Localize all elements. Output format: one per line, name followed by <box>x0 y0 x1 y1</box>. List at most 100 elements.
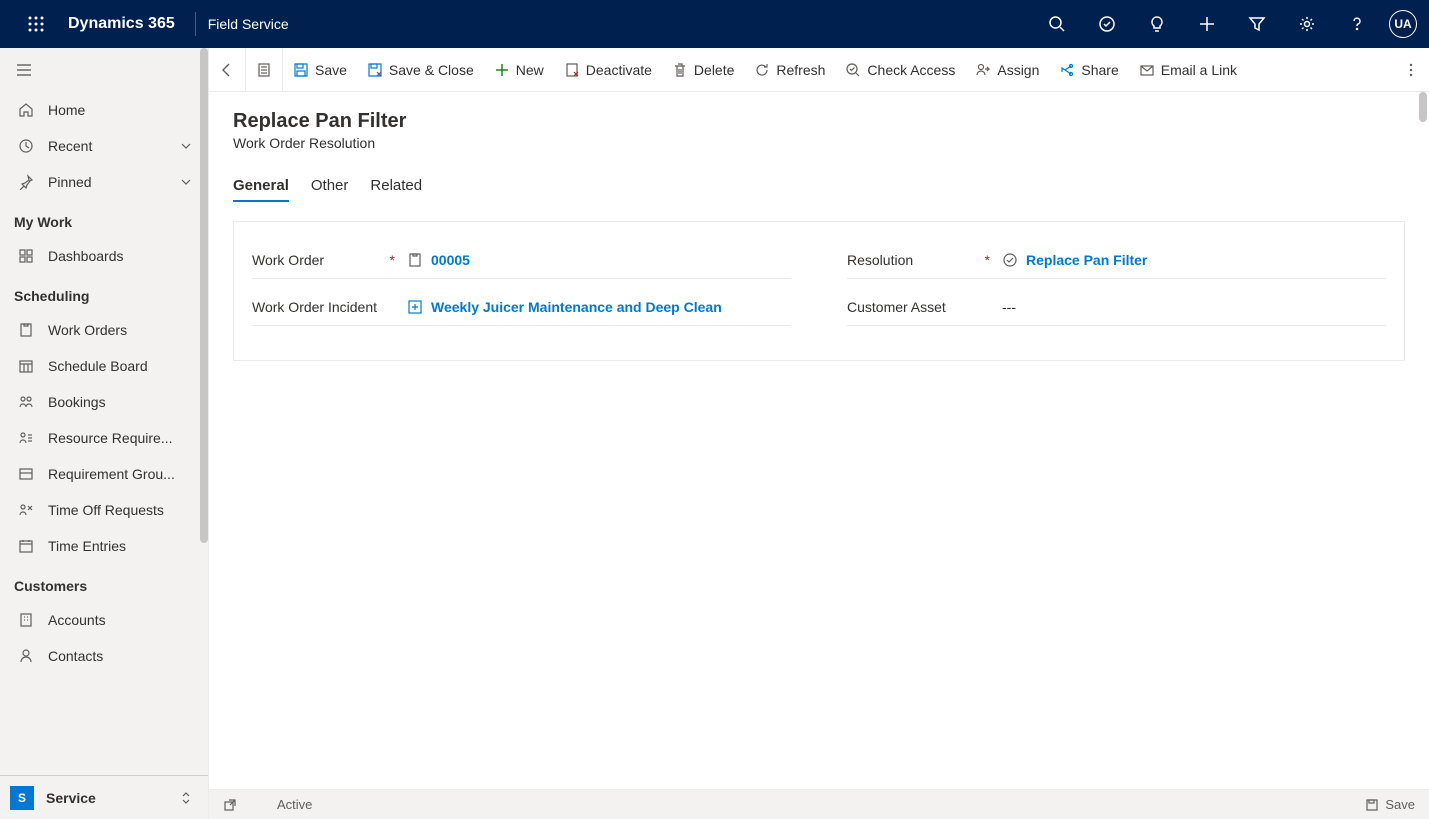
nav-time-off-requests[interactable]: Time Off Requests <box>0 492 208 528</box>
save-close-button[interactable]: Save & Close <box>357 48 484 91</box>
status-text: Active <box>277 797 312 812</box>
help-icon[interactable] <box>1333 0 1381 48</box>
area-switcher[interactable]: S Service <box>0 775 208 819</box>
command-bar: Save Save & Close New Deactivate Delete … <box>209 48 1429 92</box>
avatar[interactable]: UA <box>1389 10 1417 38</box>
form-card: Work Order * 00005 Work Order Incident <box>233 221 1405 361</box>
nav-pinned[interactable]: Pinned <box>0 164 208 200</box>
cmd-label: New <box>516 62 544 78</box>
checkmark-circle-icon <box>1002 252 1018 268</box>
lightbulb-icon[interactable] <box>1133 0 1181 48</box>
nav-label: Requirement Grou... <box>48 466 192 482</box>
tab-other[interactable]: Other <box>311 171 349 202</box>
footer-save-button[interactable]: Save <box>1365 797 1415 812</box>
app-name[interactable]: Field Service <box>208 16 289 32</box>
clock-icon <box>16 138 36 154</box>
content-area: Replace Pan Filter Work Order Resolution… <box>209 92 1429 789</box>
avatar-initials: UA <box>1394 17 1411 31</box>
cmd-label: Delete <box>694 62 734 78</box>
nav-label: Time Off Requests <box>48 502 192 518</box>
field-value[interactable]: 00005 <box>431 252 470 268</box>
share-button[interactable]: Share <box>1049 48 1128 91</box>
field-label: Customer Asset <box>847 299 1002 315</box>
nav-accounts[interactable]: Accounts <box>0 602 208 638</box>
area-label: Service <box>46 790 96 806</box>
new-button[interactable]: New <box>484 48 554 91</box>
field-customer-asset[interactable]: Customer Asset --- <box>847 293 1386 326</box>
refresh-button[interactable]: Refresh <box>744 48 835 91</box>
chevron-down-icon <box>180 140 192 152</box>
form-selector-button[interactable] <box>246 48 282 91</box>
cmd-label: Save & Close <box>389 62 474 78</box>
assign-button[interactable]: Assign <box>965 48 1049 91</box>
field-resolution[interactable]: Resolution * Replace Pan Filter <box>847 246 1386 279</box>
nav-schedule-board[interactable]: Schedule Board <box>0 348 208 384</box>
plus-icon[interactable] <box>1183 0 1231 48</box>
delete-button[interactable]: Delete <box>662 48 744 91</box>
app-launcher-icon[interactable] <box>12 16 60 32</box>
incident-icon <box>407 299 423 315</box>
field-label: Resolution * <box>847 252 1002 268</box>
search-icon[interactable] <box>1033 0 1081 48</box>
cmd-label: Assign <box>997 62 1039 78</box>
save-button[interactable]: Save <box>283 48 357 91</box>
field-work-order-incident[interactable]: Work Order Incident Weekly Juicer Mainte… <box>252 293 791 326</box>
hamburger-icon[interactable] <box>0 48 208 92</box>
chevron-updown-icon <box>180 790 192 806</box>
nav-bookings[interactable]: Bookings <box>0 384 208 420</box>
brand-name[interactable]: Dynamics 365 <box>60 15 183 33</box>
main-area: Save Save & Close New Deactivate Delete … <box>209 48 1429 819</box>
nav-section-my-work: My Work <box>0 200 208 238</box>
nav-home[interactable]: Home <box>0 92 208 128</box>
calendar-icon <box>16 538 36 554</box>
field-value: --- <box>1002 299 1016 315</box>
popout-icon[interactable] <box>223 798 237 812</box>
timeoff-icon <box>16 502 36 518</box>
sidebar: Home Recent Pinned My Work Dashboards Sc… <box>0 48 209 819</box>
field-label: Work Order Incident <box>252 299 407 315</box>
overflow-button[interactable] <box>1393 48 1429 91</box>
nav-section-customers: Customers <box>0 564 208 602</box>
back-button[interactable] <box>209 48 245 91</box>
cmd-label: Deactivate <box>586 62 652 78</box>
nav-label: Dashboards <box>48 248 192 264</box>
people-icon <box>16 394 36 410</box>
nav-dashboards[interactable]: Dashboards <box>0 238 208 274</box>
person-list-icon <box>16 430 36 446</box>
nav-recent[interactable]: Recent <box>0 128 208 164</box>
area-badge: S <box>10 786 34 810</box>
nav-label: Time Entries <box>48 538 192 554</box>
gear-icon[interactable] <box>1283 0 1331 48</box>
check-access-button[interactable]: Check Access <box>835 48 965 91</box>
email-link-button[interactable]: Email a Link <box>1129 48 1247 91</box>
field-value[interactable]: Replace Pan Filter <box>1026 252 1147 268</box>
task-icon[interactable] <box>1083 0 1131 48</box>
deactivate-button[interactable]: Deactivate <box>554 48 662 91</box>
nav-label: Pinned <box>48 174 180 190</box>
tab-related[interactable]: Related <box>370 171 422 202</box>
sidebar-scrollbar[interactable] <box>200 48 208 543</box>
nav-time-entries[interactable]: Time Entries <box>0 528 208 564</box>
field-value[interactable]: Weekly Juicer Maintenance and Deep Clean <box>431 299 722 315</box>
dashboard-icon <box>16 248 36 264</box>
nav-label: Resource Require... <box>48 430 192 446</box>
field-label: Work Order * <box>252 252 407 268</box>
cmd-label: Refresh <box>776 62 825 78</box>
required-star: * <box>985 252 1002 268</box>
nav-contacts[interactable]: Contacts <box>0 638 208 674</box>
nav-requirement-groups[interactable]: Requirement Grou... <box>0 456 208 492</box>
tab-general[interactable]: General <box>233 171 289 202</box>
content-scrollbar[interactable] <box>1419 92 1427 122</box>
nav-label: Schedule Board <box>48 358 192 374</box>
nav-resource-requirements[interactable]: Resource Require... <box>0 420 208 456</box>
person-icon <box>16 648 36 664</box>
nav-section-scheduling: Scheduling <box>0 274 208 312</box>
nav-label: Work Orders <box>48 322 192 338</box>
footer-save-label: Save <box>1385 797 1415 812</box>
nav-work-orders[interactable]: Work Orders <box>0 312 208 348</box>
nav-label: Contacts <box>48 648 192 664</box>
filter-icon[interactable] <box>1233 0 1281 48</box>
building-icon <box>16 612 36 628</box>
field-work-order[interactable]: Work Order * 00005 <box>252 246 791 279</box>
group-icon <box>16 466 36 482</box>
